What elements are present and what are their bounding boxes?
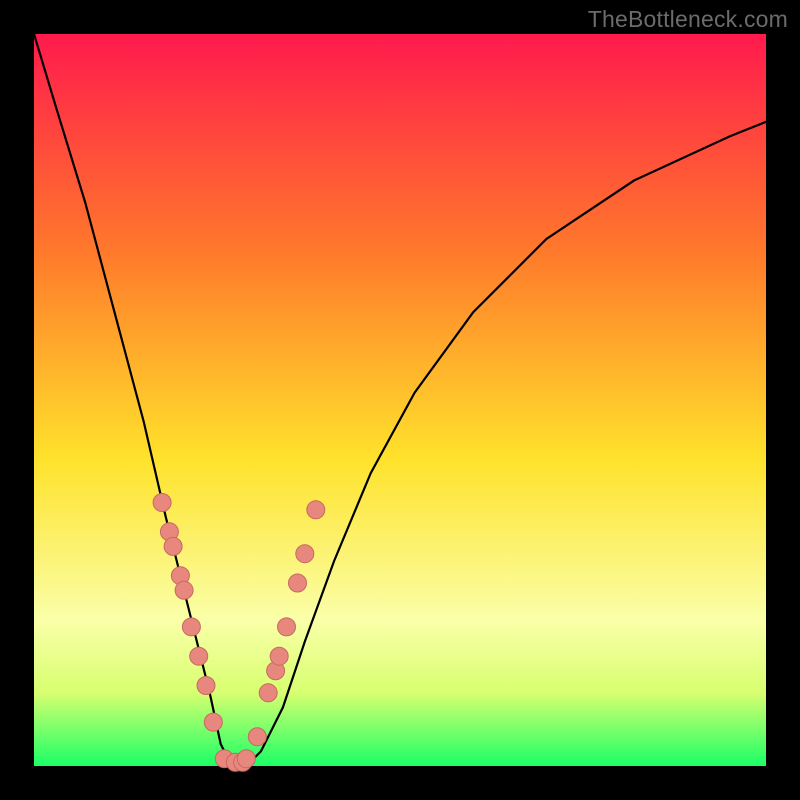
marker-dot xyxy=(197,677,215,695)
marker-dot xyxy=(237,750,255,768)
chart-svg xyxy=(0,0,800,800)
chart-frame: TheBottleneck.com xyxy=(0,0,800,800)
marker-dot xyxy=(204,713,222,731)
marker-dot xyxy=(296,545,314,563)
marker-dot xyxy=(190,647,208,665)
marker-dot xyxy=(307,501,325,519)
marker-dot xyxy=(278,618,296,636)
watermark-text: TheBottleneck.com xyxy=(588,6,788,33)
marker-dot xyxy=(182,618,200,636)
marker-dot xyxy=(270,647,288,665)
marker-dot xyxy=(248,728,266,746)
marker-dot xyxy=(259,684,277,702)
marker-dot xyxy=(153,494,171,512)
marker-dot xyxy=(164,537,182,555)
plot-background xyxy=(34,34,766,766)
marker-dot xyxy=(175,581,193,599)
marker-dot xyxy=(289,574,307,592)
